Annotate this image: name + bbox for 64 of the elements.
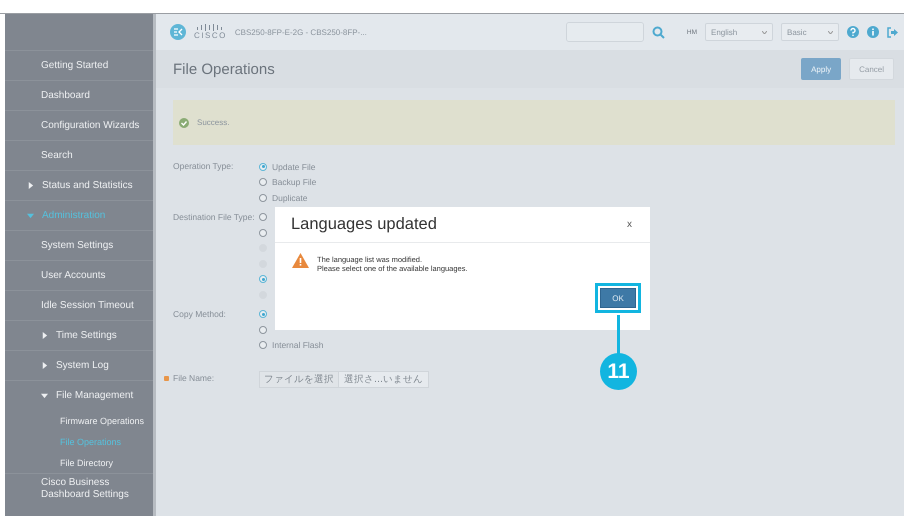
page-title: File Operations [173,60,276,78]
caret-right-icon [41,332,48,339]
leader-line [617,315,620,355]
help-icon[interactable] [847,26,859,38]
sidebar-item[interactable]: System Log [5,350,153,380]
radio-button[interactable] [259,228,267,237]
sidebar-item[interactable]: Firmware Operations [5,410,153,431]
mode-select[interactable]: Basic [781,23,839,41]
device-name: CBS250-8FP-E-2G - CBS250-8FP-... [234,28,368,36]
step-number: 11 [600,353,637,390]
sidebar-item[interactable]: Time Settings [5,320,153,350]
field-label: File Name: [173,373,214,383]
close-button[interactable]: x [621,218,638,231]
radio-button[interactable] [259,275,267,284]
field-label: Operation Type: [173,161,234,171]
radio-button[interactable] [259,326,267,334]
apply-button[interactable]: Apply [801,58,842,80]
chevron-down-icon [762,30,767,34]
field-label: Destination File Type: [173,212,255,222]
language-select[interactable]: English [705,23,773,41]
cancel-button[interactable]: Cancel [849,58,894,80]
caret-down-icon [41,392,48,399]
check-circle-icon [179,118,189,128]
caret-right-icon [41,362,48,369]
sidebar-item[interactable]: Configuration Wizards [5,110,153,140]
field-label: Copy Method: [173,308,226,318]
dialog-title: Languages updated [291,215,437,234]
chevron-down-icon [828,30,833,34]
sidebar-item[interactable]: Getting Started [5,50,153,80]
sidebar-item[interactable]: Cisco Business Dashboard Settings [5,473,153,503]
sidebar-item[interactable]: Status and Statistics [5,170,153,200]
option-label: Internal Flash [272,340,324,350]
option-label: Backup File [272,177,316,188]
radio-button[interactable] [259,213,267,222]
radio-button[interactable] [259,162,267,171]
sidebar-item[interactable]: Idle Session Timeout [5,290,153,320]
radio-button[interactable] [259,310,267,318]
option-label: Update File [272,162,316,172]
warning-icon [292,253,309,268]
logo: CISCO [194,24,227,40]
file-status: 選択さ...いません [343,373,424,386]
caret-right-icon [27,182,34,189]
radio-button[interactable] [259,194,267,202]
logout-icon[interactable] [887,26,898,38]
logo-bars-icon [197,24,224,31]
choose-file-button[interactable]: ファイルを選択 [260,372,339,387]
sidebar-item[interactable]: File Management [5,380,153,410]
radio-button[interactable] [259,178,267,186]
search-icon[interactable] [652,26,665,38]
option-label: Duplicate [272,192,308,203]
sidebar-item[interactable]: Search [5,140,153,170]
sidebar-item[interactable]: User Accounts [5,260,153,290]
success-message: Success. [197,118,230,127]
collapse-menu-icon[interactable] [170,24,186,40]
radio-button[interactable] [259,341,267,350]
sidebar-item[interactable]: System Settings [5,230,153,260]
sidebar-item[interactable]: Administration [5,200,153,230]
caret-down-icon [27,212,34,219]
sidebar-item[interactable]: File Operations [5,431,153,452]
sidebar-item[interactable]: File Directory [5,452,153,473]
ok-button[interactable]: OK [600,288,636,308]
file-input[interactable]: ファイルを選択 選択さ...いません [259,371,430,388]
sidebar-item[interactable]: Dashboard [5,80,153,110]
info-icon[interactable] [867,26,879,38]
